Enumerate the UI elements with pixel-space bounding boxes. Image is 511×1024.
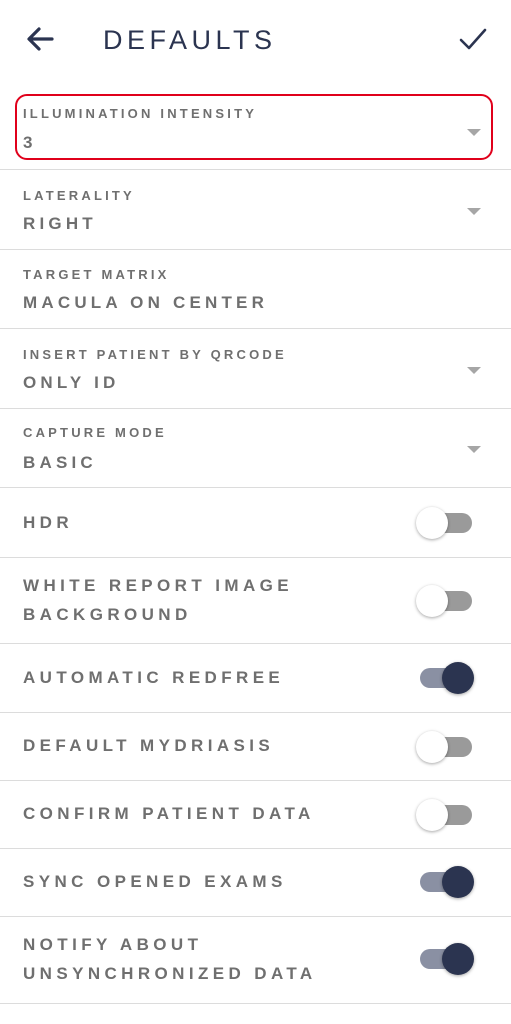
automatic-redfree-toggle[interactable] (420, 662, 474, 694)
automatic-redfree-row: AUTOMATIC REDFREE (0, 644, 511, 713)
sync-opened-exams-label: SYNC OPENED EXAMS (23, 872, 287, 891)
hdr-toggle[interactable] (416, 507, 472, 539)
capture-mode-label: CAPTURE MODE (23, 425, 167, 440)
white-report-background-toggle[interactable] (416, 585, 472, 617)
hdr-row: HDR (0, 488, 511, 558)
check-icon (459, 28, 487, 50)
notify-unsynchronized-row: NOTIFY ABOUT UNSYNCHRONIZED DATA (0, 917, 511, 1004)
label-line: UNSYNCHRONIZED DATA (23, 964, 317, 983)
insert-patient-qrcode-label: INSERT PATIENT BY QRCODE (23, 347, 287, 362)
laterality-label: LATERALITY (23, 188, 135, 203)
capture-mode-dropdown[interactable]: CAPTURE MODE BASIC (0, 409, 511, 488)
target-matrix-label: TARGET MATRIX (23, 267, 170, 282)
dropdown-arrow-icon (467, 446, 481, 453)
confirm-button[interactable] (454, 20, 492, 58)
toggle-thumb (416, 585, 448, 617)
dropdown-arrow-icon (467, 367, 481, 374)
toggle-thumb (442, 943, 474, 975)
notify-unsynchronized-label: NOTIFY ABOUT UNSYNCHRONIZED DATA (23, 930, 317, 988)
sync-opened-exams-toggle[interactable] (420, 866, 474, 898)
default-mydriasis-toggle[interactable] (416, 731, 472, 763)
laterality-value: RIGHT (23, 214, 97, 233)
toggle-thumb (416, 507, 448, 539)
divider (0, 1003, 511, 1004)
toggle-thumb (442, 662, 474, 694)
dropdown-arrow-icon (467, 208, 481, 215)
target-matrix-field[interactable]: TARGET MATRIX MACULA ON CENTER (0, 250, 511, 329)
white-report-background-label: WHITE REPORT IMAGE BACKGROUND (23, 571, 293, 629)
white-report-background-row: WHITE REPORT IMAGE BACKGROUND (0, 558, 511, 644)
confirm-patient-data-label: CONFIRM PATIENT DATA (23, 804, 315, 823)
toggle-thumb (416, 799, 448, 831)
sync-opened-exams-row: SYNC OPENED EXAMS (0, 849, 511, 917)
app-header: DEFAULTS (0, 0, 511, 82)
label-line: BACKGROUND (23, 605, 192, 624)
hdr-label: HDR (23, 513, 74, 532)
target-matrix-value: MACULA ON CENTER (23, 293, 269, 312)
default-mydriasis-row: DEFAULT MYDRIASIS (0, 713, 511, 781)
capture-mode-value: BASIC (23, 453, 97, 472)
label-line: NOTIFY ABOUT (23, 935, 203, 954)
label-line: WHITE REPORT IMAGE (23, 576, 293, 595)
page-title: DEFAULTS (103, 25, 277, 55)
confirm-patient-data-row: CONFIRM PATIENT DATA (0, 781, 511, 849)
highlight-box (15, 94, 493, 160)
arrow-left-icon (27, 27, 54, 51)
insert-patient-qrcode-value: ONLY ID (23, 373, 120, 392)
toggle-thumb (442, 866, 474, 898)
notify-unsynchronized-toggle[interactable] (420, 943, 474, 975)
default-mydriasis-label: DEFAULT MYDRIASIS (23, 736, 275, 755)
insert-patient-qrcode-dropdown[interactable]: INSERT PATIENT BY QRCODE ONLY ID (0, 329, 511, 409)
toggle-thumb (416, 731, 448, 763)
back-button[interactable] (22, 20, 60, 58)
laterality-dropdown[interactable]: LATERALITY RIGHT (0, 170, 511, 250)
automatic-redfree-label: AUTOMATIC REDFREE (23, 668, 285, 687)
confirm-patient-data-toggle[interactable] (416, 799, 472, 831)
